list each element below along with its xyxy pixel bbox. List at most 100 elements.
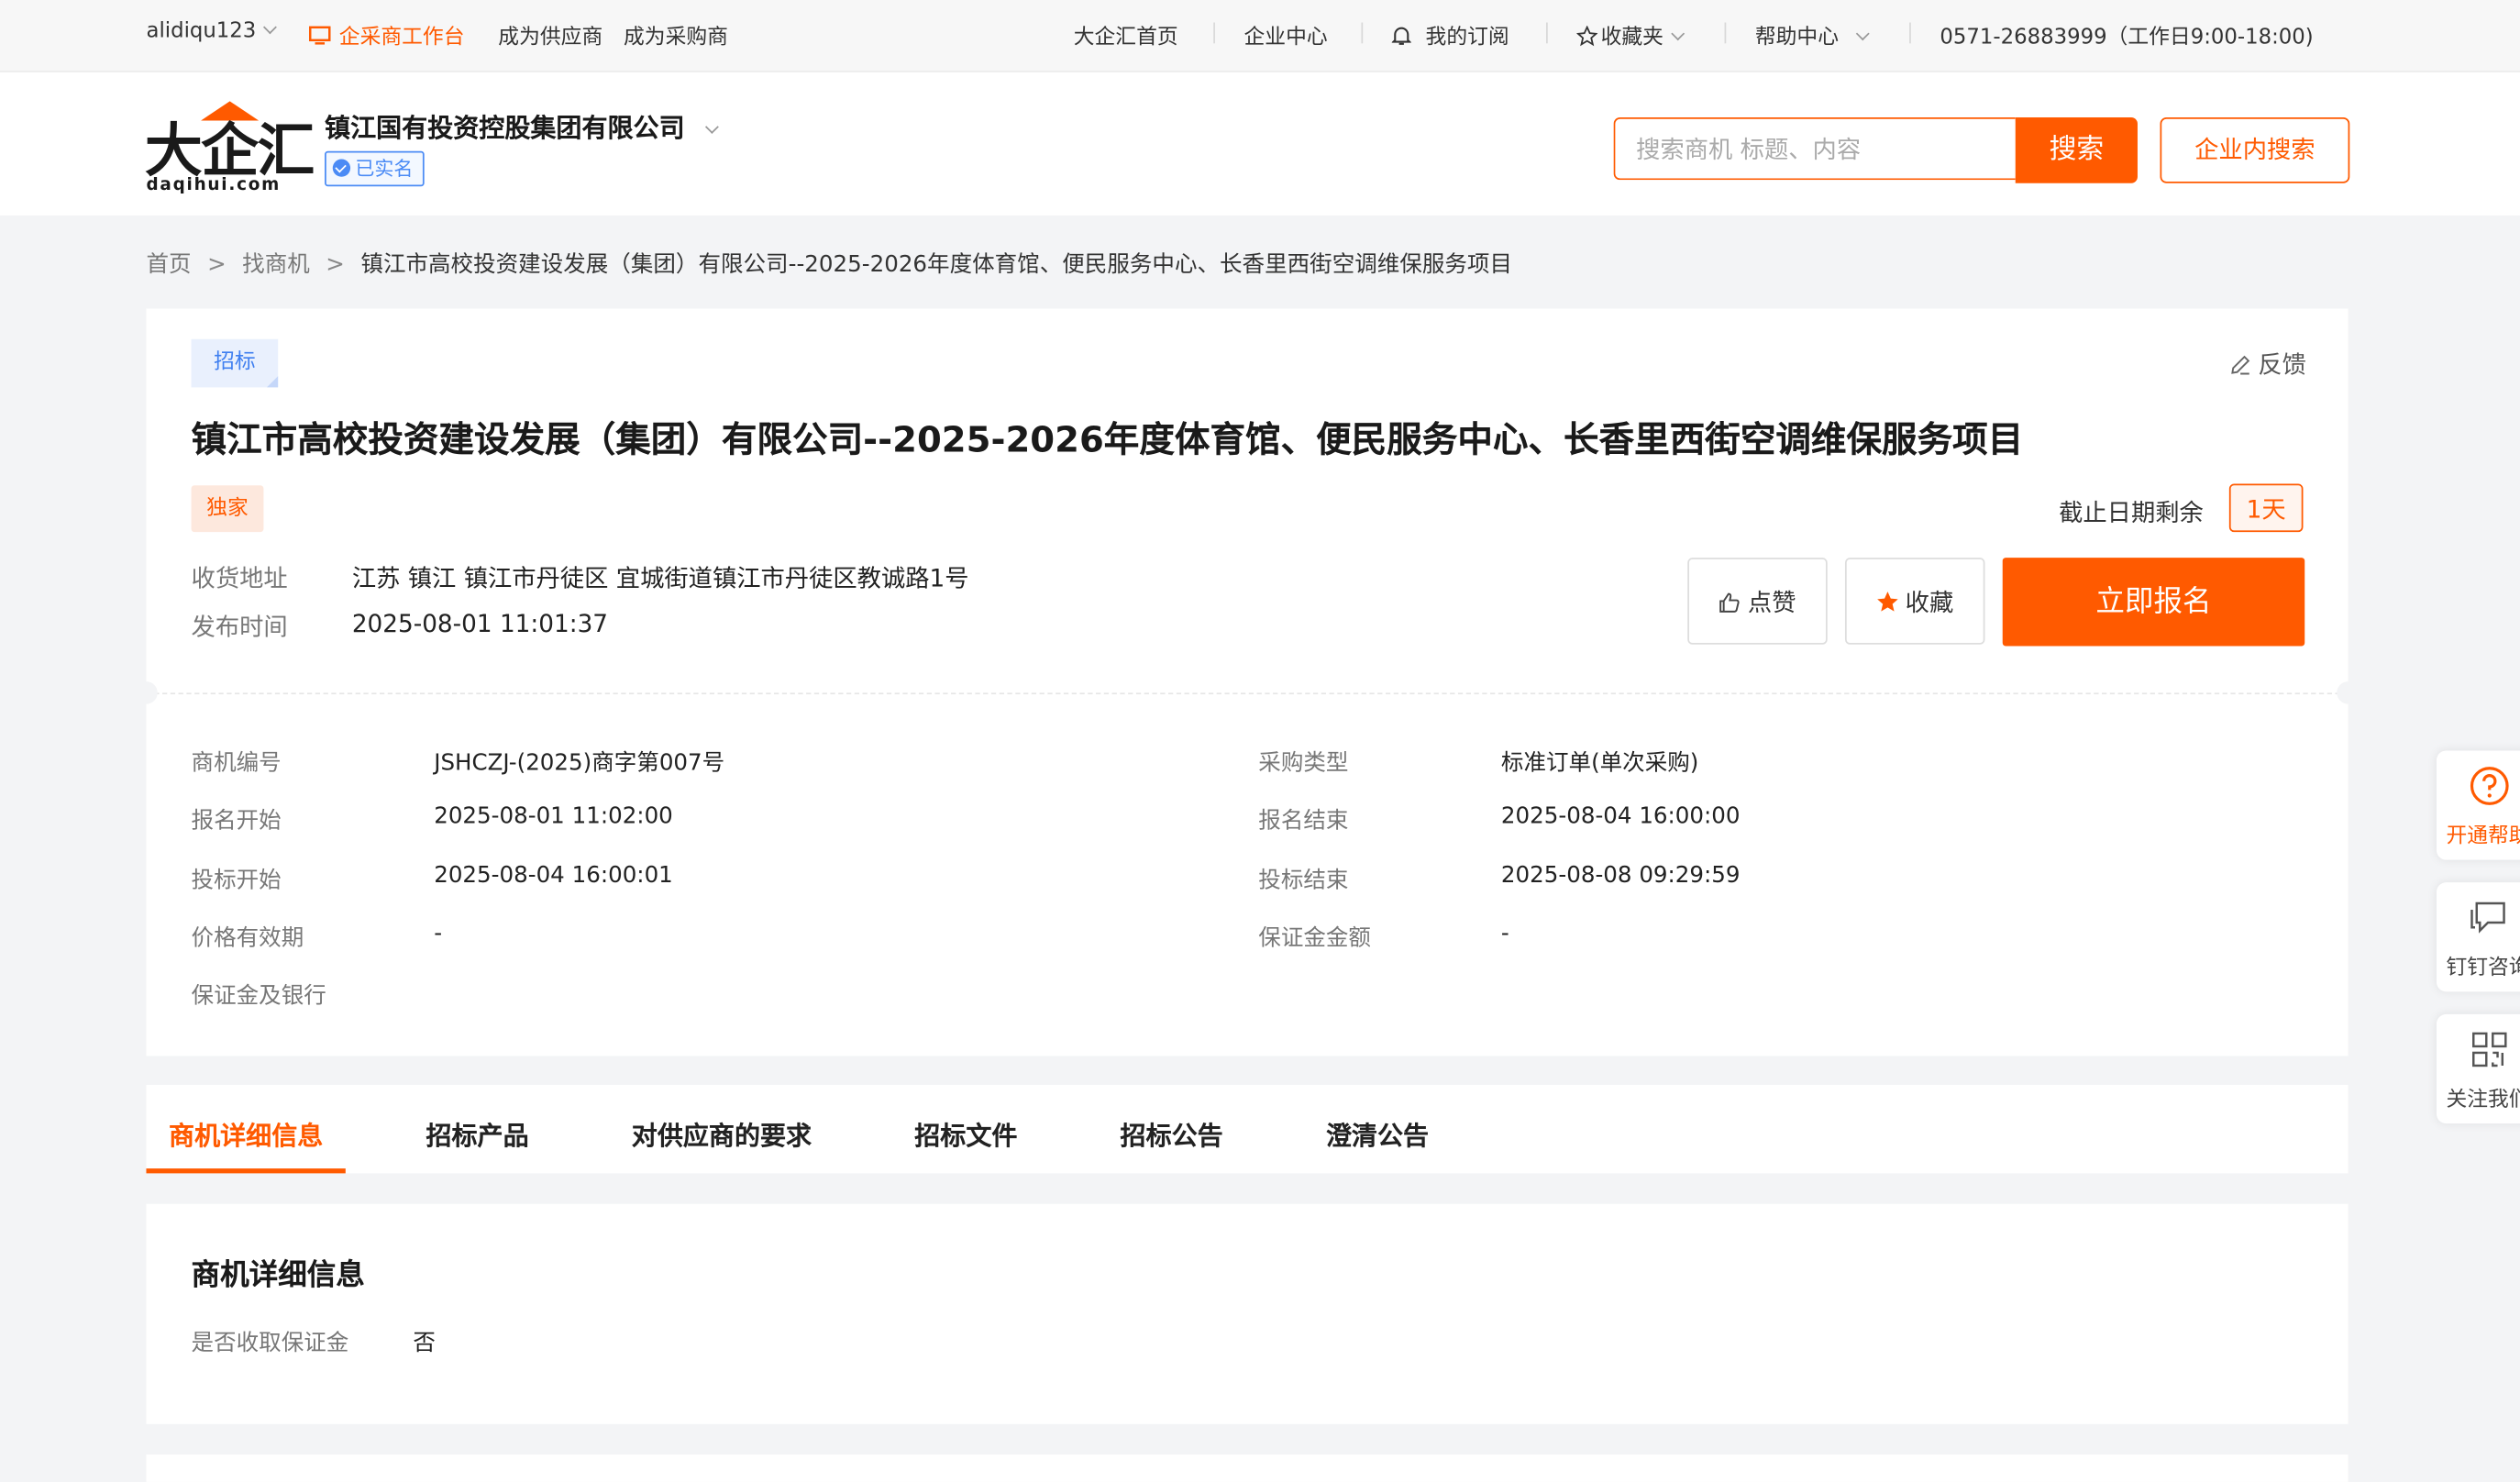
detail-label: 报名结束 [1258, 808, 1349, 835]
next-section [146, 1454, 2349, 1482]
detail-value: 2025-08-08 09:29:59 [1500, 863, 1741, 890]
help-menu[interactable]: 帮助中心 [1754, 19, 1870, 50]
side-help-button[interactable]: 开通帮助 [2436, 750, 2520, 860]
become-supplier-link[interactable]: 成为供应商 [498, 19, 602, 50]
verified-badge: 已实名 [325, 150, 425, 187]
tab-bar: 商机详细信息 招标产品 对供应商的要求 招标文件 招标公告 澄清公告 [146, 1085, 2349, 1174]
chevron-down-icon [704, 120, 719, 134]
detail-row: 采购类型 标准订单(单次采购) [1258, 746, 1698, 778]
chevron-down-icon [263, 20, 278, 35]
company-selector[interactable]: 镇江国有投资控股集团有限公司 [325, 106, 719, 145]
tab-tender-notice[interactable]: 招标公告 [1121, 1114, 1223, 1153]
star-outline-icon [1575, 25, 1598, 47]
signup-button[interactable]: 立即报名 [2002, 558, 2305, 647]
hotline: 0571-26883999（工作日9:00-18:00) [1940, 26, 2314, 50]
detail-row: 报名结束 2025-08-04 16:00:00 [1258, 803, 1740, 835]
detail-value: JSHCZJ-(2025)商字第007号 [434, 750, 725, 777]
divider [1361, 22, 1364, 44]
favorites-menu[interactable]: 收藏夹 [1575, 19, 1686, 50]
logo-domain: daqihui.com [146, 175, 282, 195]
chevron-down-icon [1671, 27, 1686, 41]
detail-value: 标准订单(单次采购) [1500, 750, 1699, 777]
feedback-button[interactable]: 反馈 [2229, 348, 2306, 382]
detail-row: 保证金金额 - [1258, 921, 1509, 953]
address-label: 收货地址 [191, 564, 288, 593]
breadcrumb-opportunities[interactable]: 找商机 [242, 252, 310, 278]
detail-label: 投标开始 [191, 868, 282, 894]
favorites-label: 收藏夹 [1600, 26, 1663, 50]
tender-tag: 招标 [191, 338, 279, 388]
company-name: 镇江国有投资控股集团有限公司 [325, 112, 685, 143]
detail-row: 商机编号 JSHCZJ-(2025)商字第007号 [191, 746, 725, 778]
tab-tender-documents[interactable]: 招标文件 [914, 1114, 1017, 1153]
active-tab-indicator [146, 1168, 346, 1174]
home-link[interactable]: 大企汇首页 [1074, 19, 1178, 50]
divider [1724, 22, 1727, 44]
detail-value: 2025-08-01 11:02:00 [434, 803, 673, 830]
help-label: 帮助中心 [1754, 26, 1840, 50]
detail-label: 保证金金额 [1258, 925, 1371, 952]
deadline-value: 1天 [2228, 483, 2304, 533]
header: 大企汇 daqihui.com 镇江国有投资控股集团有限公司 已实名 搜索商机 … [0, 72, 2520, 216]
address-row: 收货地址 江苏 镇江 镇江市丹徒区 宜城街道镇江市丹徒区教诚路1号 [191, 561, 969, 595]
favorite-label: 收藏 [1905, 588, 1954, 617]
card-notch [135, 681, 158, 704]
detail-value: - [1500, 921, 1509, 947]
detail-label: 商机编号 [191, 750, 282, 777]
thumbs-up-icon [1720, 592, 1741, 613]
section-heading: 商机详细信息 [191, 1258, 365, 1293]
subscription-link[interactable]: 我的订阅 [1390, 19, 1509, 50]
detail-label: 价格有效期 [191, 925, 304, 952]
tab-clarification-notice[interactable]: 澄清公告 [1326, 1114, 1429, 1153]
divider [1909, 22, 1911, 44]
opportunity-title: 镇江市高校投资建设发展（集团）有限公司--2025-2026年度体育馆、便民服务… [191, 421, 2024, 461]
chevron-down-icon [1855, 27, 1870, 41]
detail-label: 报名开始 [191, 808, 282, 835]
breadcrumb-current: 镇江市高校投资建设发展（集团）有限公司--2025-2026年度体育馆、便民服务… [360, 252, 1513, 279]
side-help-label: 开通帮助 [2446, 824, 2520, 849]
search-input[interactable]: 搜索商机 标题、内容 [1613, 116, 2016, 181]
deposit-value: 否 [413, 1331, 436, 1357]
question-icon [2470, 767, 2509, 805]
favorite-button[interactable]: 收藏 [1844, 558, 1985, 645]
tab-products[interactable]: 招标产品 [426, 1114, 528, 1153]
detail-row: 保证金及银行 [192, 979, 326, 1011]
breadcrumb: 首页 > 找商机 > 镇江市高校投资建设发展（集团）有限公司--2025-2026年度体… [146, 252, 1513, 279]
exclusive-badge: 独家 [191, 485, 264, 533]
verified-label: 已实名 [355, 157, 414, 181]
divider [146, 692, 2349, 695]
detail-row: 价格有效期 - [191, 921, 443, 953]
side-dingtalk-button[interactable]: 钉钉咨询 [2436, 882, 2520, 992]
detail-label: 投标结束 [1258, 868, 1349, 894]
enterprise-search-button[interactable]: 企业内搜索 [2160, 116, 2350, 183]
become-buyer-link[interactable]: 成为采购商 [624, 19, 728, 50]
verified-check-icon [332, 159, 351, 177]
publish-row: 发布时间 2025-08-01 11:01:37 [192, 609, 608, 643]
workbench-label: 企采商工作台 [338, 26, 465, 50]
detail-value: - [434, 921, 443, 947]
detail-label: 采购类型 [1258, 750, 1349, 777]
qrcode-icon [2472, 1032, 2507, 1067]
detail-value: 2025-08-04 16:00:00 [1500, 803, 1741, 830]
like-label: 点赞 [1747, 588, 1796, 617]
tab-details[interactable]: 商机详细信息 [169, 1114, 323, 1153]
detail-row: 投标结束 2025-08-08 09:29:59 [1258, 863, 1740, 895]
address-value: 江苏 镇江 镇江市丹徒区 宜城街道镇江市丹徒区教诚路1号 [351, 564, 969, 593]
username: alidiqu123 [146, 19, 257, 44]
workbench-link[interactable]: 企采商工作台 [308, 19, 465, 50]
tab-supplier-requirements[interactable]: 对供应商的要求 [632, 1114, 812, 1153]
bell-icon [1390, 27, 1412, 45]
divider [1213, 22, 1215, 44]
chat-icon [2470, 901, 2505, 934]
side-dingtalk-label: 钉钉咨询 [2446, 956, 2520, 981]
feedback-label: 反馈 [2258, 350, 2306, 380]
search-button[interactable]: 搜索 [2015, 116, 2138, 183]
breadcrumb-home[interactable]: 首页 [146, 252, 191, 278]
enterprise-center-link[interactable]: 企业中心 [1244, 19, 1328, 50]
detail-label: 保证金及银行 [191, 983, 326, 1010]
subscription-label: 我的订阅 [1425, 26, 1509, 50]
user-menu[interactable]: alidiqu123 [146, 19, 278, 44]
like-button[interactable]: 点赞 [1687, 558, 1828, 645]
side-follow-button[interactable]: 关注我们 [2436, 1013, 2520, 1124]
card-notch [2337, 681, 2360, 704]
